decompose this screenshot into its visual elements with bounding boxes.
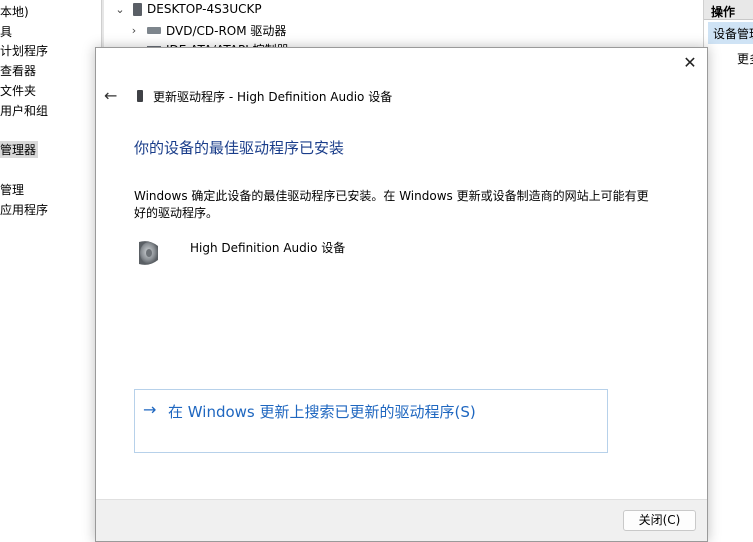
chevron-down-icon[interactable]: ⌄ (113, 3, 127, 16)
actions-header: 操作 (704, 0, 753, 20)
console-tree-item[interactable]: 计划程序 (0, 42, 48, 59)
update-driver-dialog: ✕ ← 更新驱动程序 - High Definition Audio 设备 你的… (95, 47, 708, 542)
console-tree-item[interactable]: 管理 (0, 181, 24, 198)
device-tree-root[interactable]: ⌄ DESKTOP-4S3UCKP (113, 2, 262, 16)
console-tree-item[interactable]: 本地) (0, 3, 29, 20)
status-description: Windows 确定此设备的最佳驱动程序已安装。在 Windows 更新或设备制… (134, 189, 649, 220)
device-tree-root-label: DESKTOP-4S3UCKP (147, 2, 262, 16)
device-tree-item[interactable]: › DVD/CD-ROM 驱动器 (127, 22, 287, 39)
device-icon (137, 90, 143, 102)
device-tree-item-label: DVD/CD-ROM 驱动器 (166, 24, 287, 38)
arrow-right-icon: → (143, 400, 157, 419)
actions-item-more[interactable]: 更多 (737, 50, 753, 67)
console-tree-item-selected[interactable]: 管理器 (0, 141, 39, 158)
actions-pane: 操作 设备管理 更多 (703, 0, 753, 542)
dialog-title: 更新驱动程序 - High Definition Audio 设备 (153, 90, 393, 104)
status-heading: 你的设备的最佳驱动程序已安装 (134, 139, 345, 157)
console-tree-item[interactable]: 查看器 (0, 62, 36, 79)
actions-item-device-manager[interactable]: 设备管理 (708, 22, 753, 44)
console-tree-item[interactable]: 用户和组 (0, 102, 48, 119)
search-windows-update-label: 在 Windows 更新上搜索已更新的驱动程序(S) (168, 403, 476, 421)
search-windows-update-link[interactable]: → 在 Windows 更新上搜索已更新的驱动程序(S) (134, 389, 608, 453)
computer-icon (133, 2, 142, 16)
speaker-icon (139, 241, 158, 265)
close-icon[interactable]: ✕ (681, 54, 699, 72)
back-arrow-icon[interactable]: ← (104, 86, 117, 105)
device-name-label: High Definition Audio 设备 (190, 241, 346, 255)
console-tree-item[interactable]: 文件夹 (0, 82, 36, 99)
chevron-right-icon[interactable]: › (127, 24, 141, 37)
dvd-drive-icon (147, 27, 161, 34)
console-tree-item[interactable]: 应用程序 (0, 201, 48, 218)
close-button[interactable]: 关闭(C) (623, 510, 696, 531)
console-tree-item[interactable]: 具 (0, 23, 12, 40)
dialog-footer: 关闭(C) (96, 499, 707, 541)
console-tree: 本地) 具 计划程序 查看器 文件夹 用户和组 管理器 管理 应用程序 (0, 0, 100, 542)
